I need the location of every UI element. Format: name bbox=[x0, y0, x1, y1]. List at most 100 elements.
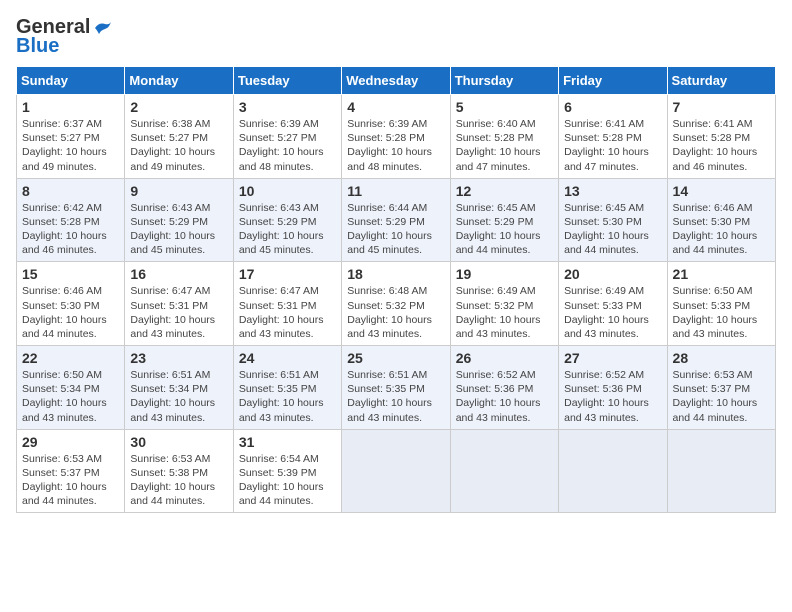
day-info: Sunrise: 6:50 AM Sunset: 5:33 PM Dayligh… bbox=[673, 284, 770, 341]
calendar-day-cell: 17 Sunrise: 6:47 AM Sunset: 5:31 PM Dayli… bbox=[233, 262, 341, 346]
calendar-day-cell: 11Sunrise: 6:44 AM Sunset: 5:29 PM Dayli… bbox=[342, 178, 450, 262]
page-header: General Blue bbox=[16, 16, 776, 58]
day-number: 12 bbox=[456, 183, 553, 199]
day-info: Sunrise: 6:51 AM Sunset: 5:35 PM Dayligh… bbox=[239, 368, 336, 425]
day-info: Sunrise: 6:42 AM Sunset: 5:28 PM Dayligh… bbox=[22, 201, 119, 258]
day-info: Sunrise: 6:47 AM Sunset: 5:31 PM Dayligh… bbox=[239, 284, 336, 341]
weekday-header-tuesday: Tuesday bbox=[233, 67, 341, 95]
calendar-day-cell: 22 Sunrise: 6:50 AM Sunset: 5:34 PM Dayli… bbox=[17, 346, 125, 430]
calendar-day-cell: 20 Sunrise: 6:49 AM Sunset: 5:33 PM Dayli… bbox=[559, 262, 667, 346]
calendar-day-cell: 1 Sunrise: 6:37 AM Sunset: 5:27 PM Daylig… bbox=[17, 95, 125, 179]
calendar-header-row: SundayMondayTuesdayWednesdayThursdayFrid… bbox=[17, 67, 776, 95]
calendar-week-row: 15 Sunrise: 6:46 AM Sunset: 5:30 PM Dayli… bbox=[17, 262, 776, 346]
calendar-day-cell: 31 Sunrise: 6:54 AM Sunset: 5:39 PM Dayli… bbox=[233, 429, 341, 513]
day-number: 25 bbox=[347, 350, 444, 366]
day-info: Sunrise: 6:53 AM Sunset: 5:37 PM Dayligh… bbox=[673, 368, 770, 425]
weekday-header-saturday: Saturday bbox=[667, 67, 775, 95]
calendar-empty-cell bbox=[559, 429, 667, 513]
day-number: 15 bbox=[22, 266, 119, 282]
calendar-day-cell: 21 Sunrise: 6:50 AM Sunset: 5:33 PM Dayli… bbox=[667, 262, 775, 346]
day-info: Sunrise: 6:41 AM Sunset: 5:28 PM Dayligh… bbox=[673, 117, 770, 174]
day-info: Sunrise: 6:49 AM Sunset: 5:33 PM Dayligh… bbox=[564, 284, 661, 341]
day-info: Sunrise: 6:53 AM Sunset: 5:37 PM Dayligh… bbox=[22, 452, 119, 509]
weekday-header-wednesday: Wednesday bbox=[342, 67, 450, 95]
day-info: Sunrise: 6:43 AM Sunset: 5:29 PM Dayligh… bbox=[239, 201, 336, 258]
calendar-week-row: 29 Sunrise: 6:53 AM Sunset: 5:37 PM Dayli… bbox=[17, 429, 776, 513]
day-number: 8 bbox=[22, 183, 119, 199]
calendar-day-cell: 4Sunrise: 6:39 AM Sunset: 5:28 PM Daylig… bbox=[342, 95, 450, 179]
day-info: Sunrise: 6:39 AM Sunset: 5:27 PM Dayligh… bbox=[239, 117, 336, 174]
day-number: 28 bbox=[673, 350, 770, 366]
calendar-day-cell: 26 Sunrise: 6:52 AM Sunset: 5:36 PM Dayli… bbox=[450, 346, 558, 430]
weekday-header-sunday: Sunday bbox=[17, 67, 125, 95]
day-info: Sunrise: 6:50 AM Sunset: 5:34 PM Dayligh… bbox=[22, 368, 119, 425]
day-info: Sunrise: 6:51 AM Sunset: 5:34 PM Dayligh… bbox=[130, 368, 227, 425]
calendar-day-cell: 7 Sunrise: 6:41 AM Sunset: 5:28 PM Daylig… bbox=[667, 95, 775, 179]
day-number: 1 bbox=[22, 99, 119, 115]
day-number: 7 bbox=[673, 99, 770, 115]
day-number: 10 bbox=[239, 183, 336, 199]
logo-blue-text: Blue bbox=[16, 35, 59, 58]
day-number: 19 bbox=[456, 266, 553, 282]
calendar-day-cell: 8 Sunrise: 6:42 AM Sunset: 5:28 PM Daylig… bbox=[17, 178, 125, 262]
day-info: Sunrise: 6:49 AM Sunset: 5:32 PM Dayligh… bbox=[456, 284, 553, 341]
calendar-day-cell: 14Sunrise: 6:46 AM Sunset: 5:30 PM Dayli… bbox=[667, 178, 775, 262]
calendar-empty-cell bbox=[667, 429, 775, 513]
day-number: 18 bbox=[347, 266, 444, 282]
day-number: 20 bbox=[564, 266, 661, 282]
calendar-day-cell: 27 Sunrise: 6:52 AM Sunset: 5:36 PM Dayli… bbox=[559, 346, 667, 430]
calendar-day-cell: 18Sunrise: 6:48 AM Sunset: 5:32 PM Dayli… bbox=[342, 262, 450, 346]
calendar-table: SundayMondayTuesdayWednesdayThursdayFrid… bbox=[16, 66, 776, 513]
calendar-day-cell: 19 Sunrise: 6:49 AM Sunset: 5:32 PM Dayli… bbox=[450, 262, 558, 346]
day-number: 22 bbox=[22, 350, 119, 366]
day-number: 14 bbox=[673, 183, 770, 199]
day-number: 26 bbox=[456, 350, 553, 366]
day-info: Sunrise: 6:37 AM Sunset: 5:27 PM Dayligh… bbox=[22, 117, 119, 174]
calendar-day-cell: 6 Sunrise: 6:41 AM Sunset: 5:28 PM Daylig… bbox=[559, 95, 667, 179]
day-info: Sunrise: 6:41 AM Sunset: 5:28 PM Dayligh… bbox=[564, 117, 661, 174]
day-number: 23 bbox=[130, 350, 227, 366]
calendar-day-cell: 3 Sunrise: 6:39 AM Sunset: 5:27 PM Daylig… bbox=[233, 95, 341, 179]
day-number: 29 bbox=[22, 434, 119, 450]
calendar-day-cell: 15 Sunrise: 6:46 AM Sunset: 5:30 PM Dayli… bbox=[17, 262, 125, 346]
day-info: Sunrise: 6:51 AM Sunset: 5:35 PM Dayligh… bbox=[347, 368, 444, 425]
weekday-header-friday: Friday bbox=[559, 67, 667, 95]
day-number: 13 bbox=[564, 183, 661, 199]
day-number: 6 bbox=[564, 99, 661, 115]
calendar-day-cell: 30 Sunrise: 6:53 AM Sunset: 5:38 PM Dayli… bbox=[125, 429, 233, 513]
day-number: 24 bbox=[239, 350, 336, 366]
day-info: Sunrise: 6:46 AM Sunset: 5:30 PM Dayligh… bbox=[22, 284, 119, 341]
day-number: 31 bbox=[239, 434, 336, 450]
day-number: 30 bbox=[130, 434, 227, 450]
day-number: 27 bbox=[564, 350, 661, 366]
calendar-day-cell: 10 Sunrise: 6:43 AM Sunset: 5:29 PM Dayli… bbox=[233, 178, 341, 262]
calendar-day-cell: 5 Sunrise: 6:40 AM Sunset: 5:28 PM Daylig… bbox=[450, 95, 558, 179]
calendar-day-cell: 25 Sunrise: 6:51 AM Sunset: 5:35 PM Dayli… bbox=[342, 346, 450, 430]
day-number: 21 bbox=[673, 266, 770, 282]
day-info: Sunrise: 6:54 AM Sunset: 5:39 PM Dayligh… bbox=[239, 452, 336, 509]
day-number: 9 bbox=[130, 183, 227, 199]
day-number: 4 bbox=[347, 99, 444, 115]
calendar-week-row: 1 Sunrise: 6:37 AM Sunset: 5:27 PM Daylig… bbox=[17, 95, 776, 179]
day-info: Sunrise: 6:53 AM Sunset: 5:38 PM Dayligh… bbox=[130, 452, 227, 509]
day-info: Sunrise: 6:52 AM Sunset: 5:36 PM Dayligh… bbox=[564, 368, 661, 425]
day-info: Sunrise: 6:45 AM Sunset: 5:29 PM Dayligh… bbox=[456, 201, 553, 258]
day-info: Sunrise: 6:38 AM Sunset: 5:27 PM Dayligh… bbox=[130, 117, 227, 174]
day-info: Sunrise: 6:52 AM Sunset: 5:36 PM Dayligh… bbox=[456, 368, 553, 425]
day-number: 11 bbox=[347, 183, 444, 199]
day-info: Sunrise: 6:45 AM Sunset: 5:30 PM Dayligh… bbox=[564, 201, 661, 258]
day-info: Sunrise: 6:40 AM Sunset: 5:28 PM Dayligh… bbox=[456, 117, 553, 174]
day-number: 3 bbox=[239, 99, 336, 115]
weekday-header-monday: Monday bbox=[125, 67, 233, 95]
calendar-day-cell: 24 Sunrise: 6:51 AM Sunset: 5:35 PM Dayli… bbox=[233, 346, 341, 430]
day-info: Sunrise: 6:43 AM Sunset: 5:29 PM Dayligh… bbox=[130, 201, 227, 258]
calendar-day-cell: 16Sunrise: 6:47 AM Sunset: 5:31 PM Dayli… bbox=[125, 262, 233, 346]
day-number: 16 bbox=[130, 266, 227, 282]
calendar-week-row: 22 Sunrise: 6:50 AM Sunset: 5:34 PM Dayli… bbox=[17, 346, 776, 430]
calendar-day-cell: 2 Sunrise: 6:38 AM Sunset: 5:27 PM Daylig… bbox=[125, 95, 233, 179]
day-number: 2 bbox=[130, 99, 227, 115]
calendar-day-cell: 9 Sunrise: 6:43 AM Sunset: 5:29 PM Daylig… bbox=[125, 178, 233, 262]
logo-bird-icon bbox=[91, 20, 113, 36]
day-number: 17 bbox=[239, 266, 336, 282]
day-number: 5 bbox=[456, 99, 553, 115]
